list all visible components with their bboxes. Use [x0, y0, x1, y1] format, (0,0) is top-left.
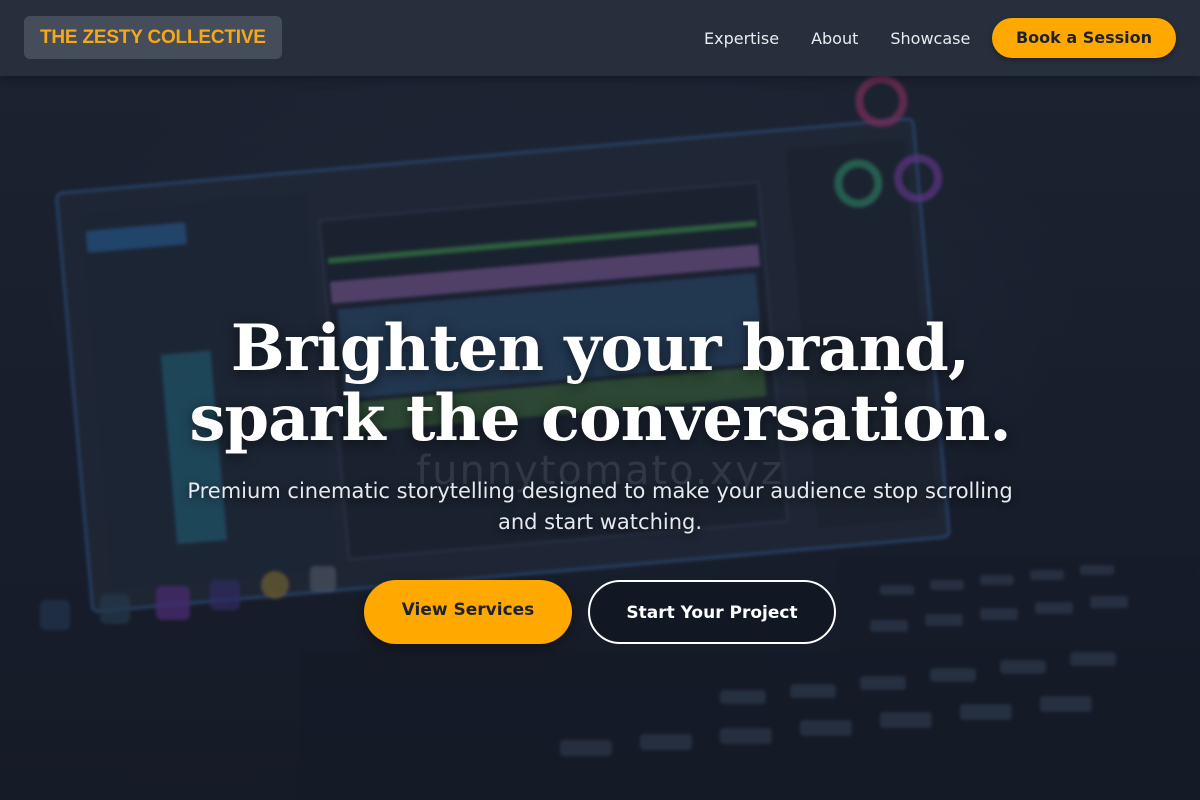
hero-headline-line-1: Brighten your brand, [230, 311, 970, 386]
landing-page: funnytomato.xyz THE ZESTY COLLECTIVE Exp… [0, 0, 1200, 800]
hero-headline-line-2: spark the conversation. [189, 381, 1011, 456]
hero-subheadline: Premium cinematic storytelling designed … [187, 479, 1013, 534]
view-services-button[interactable]: View Services [364, 580, 572, 644]
nav-link-expertise[interactable]: Expertise [688, 23, 795, 54]
top-navbar: THE ZESTY COLLECTIVE Expertise About Sho… [0, 0, 1200, 76]
hero-headline: Brighten your brand, spark the conversat… [100, 314, 1100, 454]
book-session-button[interactable]: Book a Session [991, 18, 1176, 58]
nav-links: Expertise About Showcase [688, 0, 986, 76]
start-project-button[interactable]: Start Your Project [588, 580, 836, 644]
brand-logo[interactable]: THE ZESTY COLLECTIVE [24, 16, 282, 59]
nav-link-showcase[interactable]: Showcase [874, 23, 986, 54]
nav-link-about[interactable]: About [795, 23, 874, 54]
